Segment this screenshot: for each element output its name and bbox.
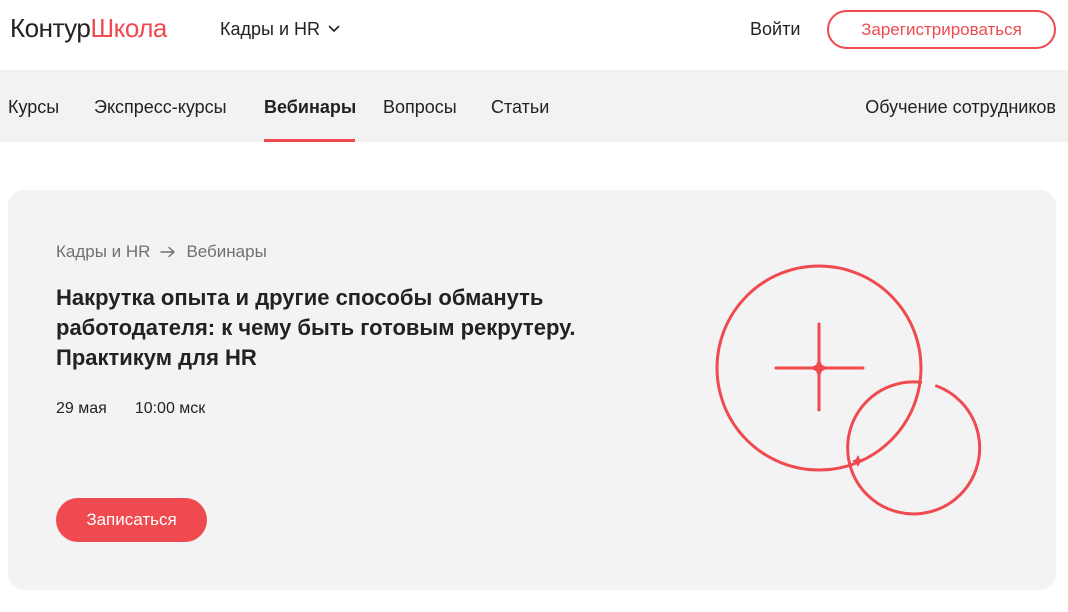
webinar-title: Накрутка опыта и другие способы обмануть… — [56, 285, 576, 370]
top-header: КонтурШкола Кадры и HR Войти Зарегистрир… — [0, 0, 1068, 70]
breadcrumb-item-webinars[interactable]: Вебинары — [186, 242, 266, 262]
logo-kontur: Контур — [10, 13, 91, 43]
nav-item-courses[interactable]: Курсы — [8, 96, 59, 118]
signup-button[interactable]: Записаться — [56, 498, 207, 542]
logo-school: Школа — [90, 13, 167, 43]
nav-item-staff-training[interactable]: Обучение сотрудников — [865, 96, 1056, 118]
nav-item-questions[interactable]: Вопросы — [383, 96, 457, 118]
breadcrumb-item-section[interactable]: Кадры и HR — [56, 242, 150, 262]
logo[interactable]: КонтурШкола — [10, 12, 167, 44]
circles-crosshair-illustration — [715, 264, 982, 516]
main-nav: Курсы Экспресс-курсы Вебинары Вопросы Ст… — [0, 70, 1068, 142]
webinar-schedule: 29 мая 10:00 мск — [56, 399, 205, 419]
webinar-time: 10:00 мск — [134, 400, 206, 417]
chevron-down-icon — [328, 25, 340, 32]
section-selector-label: Кадры и HR — [220, 19, 321, 39]
webinar-date: 29 мая — [56, 400, 107, 417]
section-selector[interactable]: Кадры и HR — [220, 18, 340, 40]
login-link[interactable]: Войти — [750, 18, 800, 40]
register-button[interactable]: Зарегистрироваться — [827, 10, 1056, 49]
nav-active-indicator — [264, 139, 355, 142]
nav-item-articles[interactable]: Статьи — [491, 96, 549, 118]
breadcrumb: Кадры и HR Вебинары — [56, 242, 267, 262]
nav-item-express-courses[interactable]: Экспресс-курсы — [94, 96, 227, 118]
webinar-card: Кадры и HR Вебинары Накрутка опыта и дру… — [8, 190, 1056, 590]
nav-item-webinars[interactable]: Вебинары — [264, 96, 356, 118]
arrow-right-icon — [160, 246, 176, 258]
